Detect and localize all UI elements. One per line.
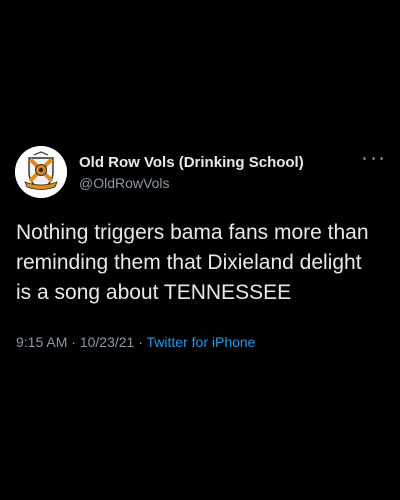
meta-separator: · (138, 334, 143, 350)
more-dot (363, 156, 366, 160)
tweet-date[interactable]: 10/23/21 (80, 334, 135, 350)
more-dot (380, 156, 383, 160)
tweet-card: Old Row Vols (Drinking School) @OldRowVo… (0, 0, 400, 500)
tweet-time[interactable]: 9:15 AM (16, 334, 67, 350)
author-names: Old Row Vols (Drinking School) @OldRowVo… (79, 154, 359, 193)
tweet-text: Nothing triggers bama fans more than rem… (16, 221, 369, 304)
tweet-header: Old Row Vols (Drinking School) @OldRowVo… (15, 146, 385, 200)
tweet-source-link[interactable]: Twitter for iPhone (147, 334, 256, 350)
tweet-metadata: 9:15 AM · 10/23/21 · Twitter for iPhone (16, 333, 255, 351)
crest-logo-icon (15, 146, 67, 198)
author-display-name[interactable]: Old Row Vols (Drinking School) (79, 154, 359, 172)
more-options-icon[interactable] (363, 152, 383, 164)
author-handle[interactable]: @OldRowVols (79, 173, 359, 193)
avatar[interactable] (15, 146, 67, 198)
meta-separator: · (71, 334, 76, 350)
more-dot (371, 156, 375, 160)
